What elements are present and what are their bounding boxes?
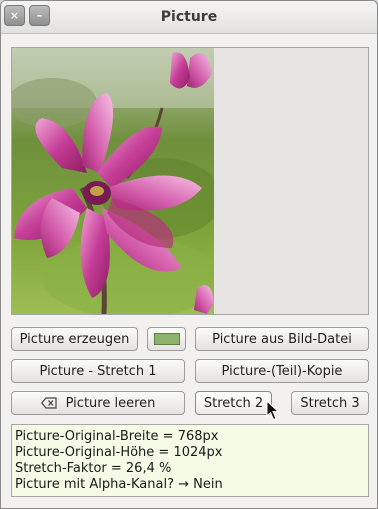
stretch2-button[interactable]: Stretch 2 [195,391,272,415]
color-swatch [153,333,180,345]
window-title: Picture [160,9,218,25]
clear-picture-label: Picture leeren [65,395,156,411]
title-bar: × – Picture [1,1,377,34]
info-stretch-factor: Stretch-Faktor = 26,4 % [15,461,172,476]
stretch1-button[interactable]: Picture - Stretch 1 [11,359,185,383]
picture-from-file-button[interactable]: Picture aus Bild-Datei [195,327,369,351]
picture-area [11,47,369,315]
info-alpha-channel: Picture mit Alpha-Kanal? → Nein [15,477,223,492]
info-original-height: Picture-Original-Höhe = 1024px [15,445,223,460]
stretch3-button[interactable]: Stretch 3 [291,391,369,415]
info-original-width: Picture-Original-Breite = 768px [15,429,219,444]
magnolia-photo [12,48,214,314]
picture-window: × – Picture Picture erzeugen Picture aus… [0,0,378,509]
info-panel: Picture-Original-Breite = 768px Picture-… [11,424,369,497]
mouse-cursor-icon [266,400,280,421]
clear-picture-button[interactable]: Picture leeren [11,391,185,415]
color-picker-button[interactable] [147,327,186,351]
clear-icon [40,397,57,409]
picture-copy-button[interactable]: Picture-(Teil)-Kopie [195,359,369,383]
create-picture-button[interactable]: Picture erzeugen [11,327,138,351]
